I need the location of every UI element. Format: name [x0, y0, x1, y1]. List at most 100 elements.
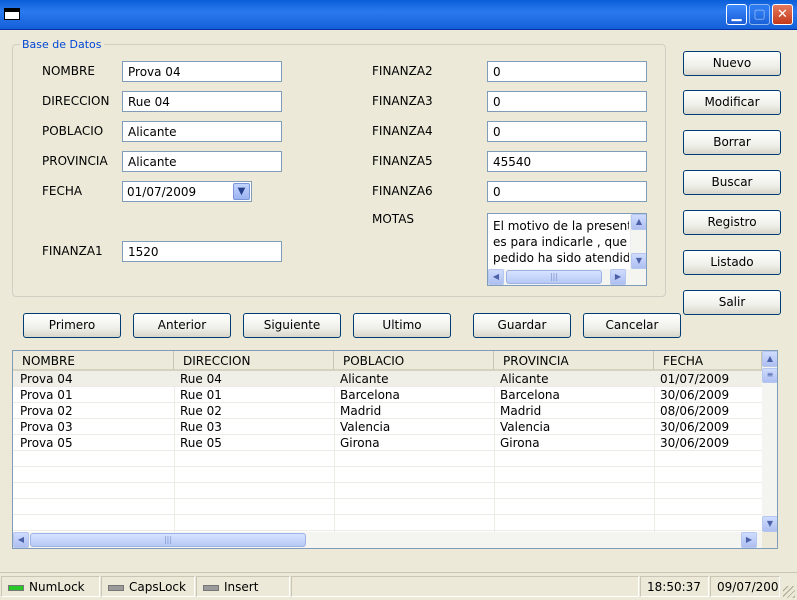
finanza2-field[interactable]: 0: [487, 61, 647, 82]
table-row[interactable]: Prova 02 Rue 02 Madrid Madrid 08/06/2009: [13, 403, 762, 419]
finanza1-label: FINANZA1: [42, 244, 103, 258]
motas-label: MOTAS: [372, 212, 415, 226]
scroll-right-icon[interactable]: ▶: [741, 532, 757, 548]
cell-poblacio: Girona: [340, 436, 380, 450]
records-grid[interactable]: NOMBRE DIRECCION POBLACIO PROVINCIA FECH…: [12, 350, 778, 549]
poblacio-field[interactable]: Alicante: [122, 121, 282, 142]
grid-vertical-scrollbar[interactable]: ▲ ≡ ▼: [762, 351, 777, 532]
finanza5-label: FINANZA5: [372, 154, 433, 168]
finanza2-label: FINANZA2: [372, 64, 433, 78]
numlock-label: NumLock: [29, 580, 85, 594]
finanza5-field[interactable]: 45540: [487, 151, 647, 172]
buscar-button[interactable]: Buscar: [683, 170, 781, 195]
finanza1-field[interactable]: 1520: [122, 241, 282, 262]
scroll-right-icon[interactable]: ▶: [610, 269, 626, 285]
nombre-field[interactable]: Prova 04: [122, 61, 282, 82]
finanza6-label: FINANZA6: [372, 184, 433, 198]
provincia-field[interactable]: Alicante: [122, 151, 282, 172]
direccion-field[interactable]: Rue 04: [122, 91, 282, 112]
nuevo-button[interactable]: Nuevo: [683, 51, 781, 76]
nombre-label: NOMBRE: [42, 64, 95, 78]
scroll-thumb[interactable]: ≡: [762, 368, 777, 383]
motas-horizontal-scrollbar[interactable]: ◀ ||| ▶: [488, 269, 646, 285]
listado-button[interactable]: Listado: [683, 250, 781, 275]
table-row[interactable]: Prova 05 Rue 05 Girona Girona 30/06/2009: [13, 435, 762, 451]
motas-text: El motivo de la presente es para indicar…: [493, 218, 629, 266]
status-spacer: [291, 576, 639, 597]
title-bar[interactable]: ▁ ▢ ✕: [0, 0, 797, 30]
time-panel: 18:50:37: [640, 576, 709, 597]
finanza6-field[interactable]: 0: [487, 181, 647, 202]
close-button[interactable]: ✕: [772, 4, 793, 25]
anterior-button[interactable]: Anterior: [133, 313, 231, 338]
cell-direccion: Rue 05: [180, 436, 222, 450]
scroll-left-icon[interactable]: ◀: [13, 532, 29, 548]
finanza3-label: FINANZA3: [372, 94, 433, 108]
cell-nombre: Prova 04: [20, 372, 73, 386]
empty-row: [13, 467, 762, 483]
scroll-up-icon[interactable]: ▲: [631, 214, 646, 230]
resize-grip-icon[interactable]: [783, 586, 795, 598]
scroll-down-icon[interactable]: ▼: [631, 253, 646, 269]
scroll-thumb[interactable]: |||: [506, 270, 602, 284]
cell-fecha: 01/07/2009: [660, 372, 730, 386]
finanza4-field[interactable]: 0: [487, 121, 647, 142]
table-row[interactable]: Prova 01 Rue 01 Barcelona Barcelona 30/0…: [13, 387, 762, 403]
fecha-dropdown[interactable]: 01/07/2009 ▼: [122, 181, 252, 202]
cell-fecha: 30/06/2009: [660, 436, 730, 450]
cell-nombre: Prova 05: [20, 436, 73, 450]
table-row[interactable]: Prova 04 Rue 04 Alicante Alicante 01/07/…: [13, 371, 762, 387]
empty-row: [13, 451, 762, 467]
maximize-button[interactable]: ▢: [749, 4, 770, 25]
cell-fecha: 30/06/2009: [660, 388, 730, 402]
scroll-left-icon[interactable]: ◀: [488, 269, 504, 285]
fecha-label: FECHA: [42, 184, 83, 198]
column-header-poblacio[interactable]: POBLACIO: [334, 351, 494, 371]
salir-button[interactable]: Salir: [683, 290, 781, 315]
chevron-down-icon[interactable]: ▼: [233, 183, 250, 200]
borrar-button[interactable]: Borrar: [683, 130, 781, 155]
registro-button[interactable]: Registro: [683, 210, 781, 235]
modificar-button[interactable]: Modificar: [683, 90, 781, 115]
status-bar: NumLock CapsLock Insert 18:50:37 09/07/2…: [0, 572, 797, 600]
minimize-button[interactable]: ▁: [726, 4, 747, 25]
primero-button[interactable]: Primero: [23, 313, 121, 338]
ultimo-button[interactable]: Ultimo: [353, 313, 451, 338]
cancelar-button[interactable]: Cancelar: [583, 313, 681, 338]
scroll-down-icon[interactable]: ▼: [762, 516, 777, 532]
scrollbar-corner: [762, 532, 777, 548]
cell-nombre: Prova 02: [20, 404, 73, 418]
numlock-panel: NumLock: [1, 576, 100, 597]
cell-poblacio: Valencia: [340, 420, 391, 434]
close-icon: ✕: [777, 7, 788, 22]
cell-provincia: Madrid: [500, 404, 542, 418]
motas-line: pedido ha sido atendido: [493, 251, 629, 265]
direccion-label: DIRECCION: [42, 94, 110, 108]
column-header-fecha[interactable]: FECHA: [654, 351, 762, 371]
guardar-button[interactable]: Guardar: [473, 313, 571, 338]
column-header-direccion[interactable]: DIRECCION: [174, 351, 334, 371]
cell-poblacio: Barcelona: [340, 388, 400, 402]
table-row[interactable]: Prova 03 Rue 03 Valencia Valencia 30/06/…: [13, 419, 762, 435]
cell-provincia: Alicante: [500, 372, 549, 386]
numlock-led-icon: [8, 585, 24, 591]
scroll-up-icon[interactable]: ▲: [762, 351, 777, 367]
provincia-label: PROVINCIA: [42, 154, 108, 168]
cell-direccion: Rue 02: [180, 404, 222, 418]
status-time: 18:50:37: [647, 580, 701, 594]
column-header-provincia[interactable]: PROVINCIA: [494, 351, 654, 371]
column-header-nombre[interactable]: NOMBRE: [13, 351, 174, 371]
scroll-thumb[interactable]: |||: [30, 533, 306, 547]
siguiente-button[interactable]: Siguiente: [243, 313, 341, 338]
capslock-led-icon: [108, 585, 124, 591]
grid-horizontal-scrollbar[interactable]: ◀ ||| ▶: [13, 532, 762, 548]
capslock-panel: CapsLock: [101, 576, 195, 597]
finanza3-field[interactable]: 0: [487, 91, 647, 112]
motas-memo[interactable]: El motivo de la presente es para indicar…: [487, 213, 647, 286]
motas-line: El motivo de la presente: [493, 219, 629, 233]
capslock-label: CapsLock: [129, 580, 186, 594]
minimize-icon: ▁: [731, 7, 742, 22]
motas-vertical-scrollbar[interactable]: ▲ ▼: [630, 214, 646, 269]
finanza4-label: FINANZA4: [372, 124, 433, 138]
insert-panel: Insert: [196, 576, 290, 597]
